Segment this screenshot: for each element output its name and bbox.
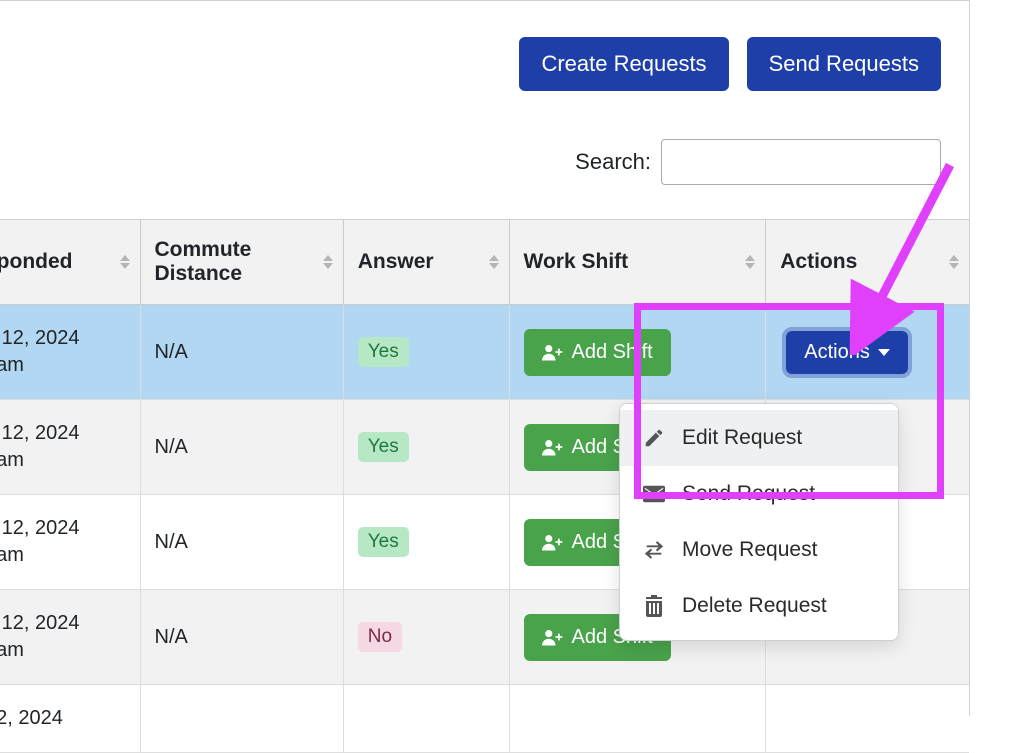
responded-cell: g 12, 2024 0am	[0, 400, 140, 495]
envelope-icon	[642, 485, 666, 503]
top-toolbar: Create Requests Send Requests	[0, 1, 969, 111]
answer-cell: Yes	[343, 495, 509, 590]
actions-cell	[766, 685, 969, 753]
dropdown-item-label: Send Request	[682, 482, 815, 506]
responded-cell: g 12, 2024 0am	[0, 305, 140, 400]
dropdown-item-delete-request[interactable]: Delete Request	[620, 578, 898, 634]
table-row: 12, 2024	[0, 685, 969, 753]
edit-icon	[642, 427, 666, 449]
actions-dropdown-menu: Edit Request Send Request Move Request D…	[619, 403, 899, 641]
user-plus-icon	[542, 628, 564, 646]
actions-dropdown-button[interactable]: Actions	[786, 331, 908, 374]
column-header-responded-label: sponded	[0, 250, 73, 273]
add-shift-label: Add Shift	[572, 341, 653, 364]
column-header-workshift-label: Work Shift	[524, 250, 629, 273]
chevron-down-icon	[878, 349, 890, 356]
dropdown-item-label: Delete Request	[682, 594, 827, 618]
column-header-responded[interactable]: sponded	[0, 220, 140, 305]
answer-cell: Yes	[343, 305, 509, 400]
actions-button-label: Actions	[804, 341, 870, 364]
dropdown-item-label: Edit Request	[682, 426, 802, 450]
user-plus-icon	[542, 438, 564, 456]
sort-icon	[745, 255, 755, 269]
search-row: Search:	[0, 111, 969, 219]
user-plus-icon	[542, 533, 564, 551]
responded-cell: 12, 2024	[0, 685, 140, 753]
commute-cell	[140, 685, 343, 753]
column-header-commute[interactable]: Commute Distance	[140, 220, 343, 305]
responded-cell: g 12, 2024 0am	[0, 495, 140, 590]
commute-cell: N/A	[140, 495, 343, 590]
answer-cell: Yes	[343, 400, 509, 495]
workshift-cell	[509, 685, 766, 753]
column-header-actions[interactable]: Actions	[766, 220, 969, 305]
answer-cell: No	[343, 590, 509, 685]
responded-cell: g 12, 2024 8am	[0, 590, 140, 685]
create-requests-button[interactable]: Create Requests	[519, 37, 728, 91]
column-header-workshift[interactable]: Work Shift	[509, 220, 766, 305]
commute-cell: N/A	[140, 305, 343, 400]
column-header-commute-label: Commute Distance	[155, 238, 252, 285]
commute-cell: N/A	[140, 400, 343, 495]
column-header-answer-label: Answer	[358, 250, 434, 273]
dropdown-item-move-request[interactable]: Move Request	[620, 522, 898, 578]
answer-badge-yes: Yes	[358, 337, 409, 367]
answer-cell	[343, 685, 509, 753]
workshift-cell: Add Shift	[509, 305, 766, 400]
sort-icon	[489, 255, 499, 269]
table-row: g 12, 2024 0am N/A Yes Add Shift	[0, 305, 969, 400]
swap-icon	[642, 540, 666, 560]
send-requests-button[interactable]: Send Requests	[747, 37, 941, 91]
sort-icon	[323, 255, 333, 269]
column-header-answer[interactable]: Answer	[343, 220, 509, 305]
answer-badge-no: No	[358, 622, 402, 652]
sort-icon	[120, 255, 130, 269]
search-label: Search:	[575, 149, 651, 175]
sort-icon	[949, 255, 959, 269]
answer-badge-yes: Yes	[358, 432, 409, 462]
column-header-actions-label: Actions	[780, 250, 857, 273]
commute-cell: N/A	[140, 590, 343, 685]
dropdown-item-edit-request[interactable]: Edit Request	[620, 410, 898, 466]
dropdown-item-label: Move Request	[682, 538, 817, 562]
trash-icon	[642, 595, 666, 617]
answer-badge-yes: Yes	[358, 527, 409, 557]
actions-cell: Actions	[766, 305, 969, 400]
add-shift-button[interactable]: Add Shift	[524, 329, 671, 376]
search-input[interactable]	[661, 139, 941, 185]
dropdown-item-send-request[interactable]: Send Request	[620, 466, 898, 522]
user-plus-icon	[542, 343, 564, 361]
